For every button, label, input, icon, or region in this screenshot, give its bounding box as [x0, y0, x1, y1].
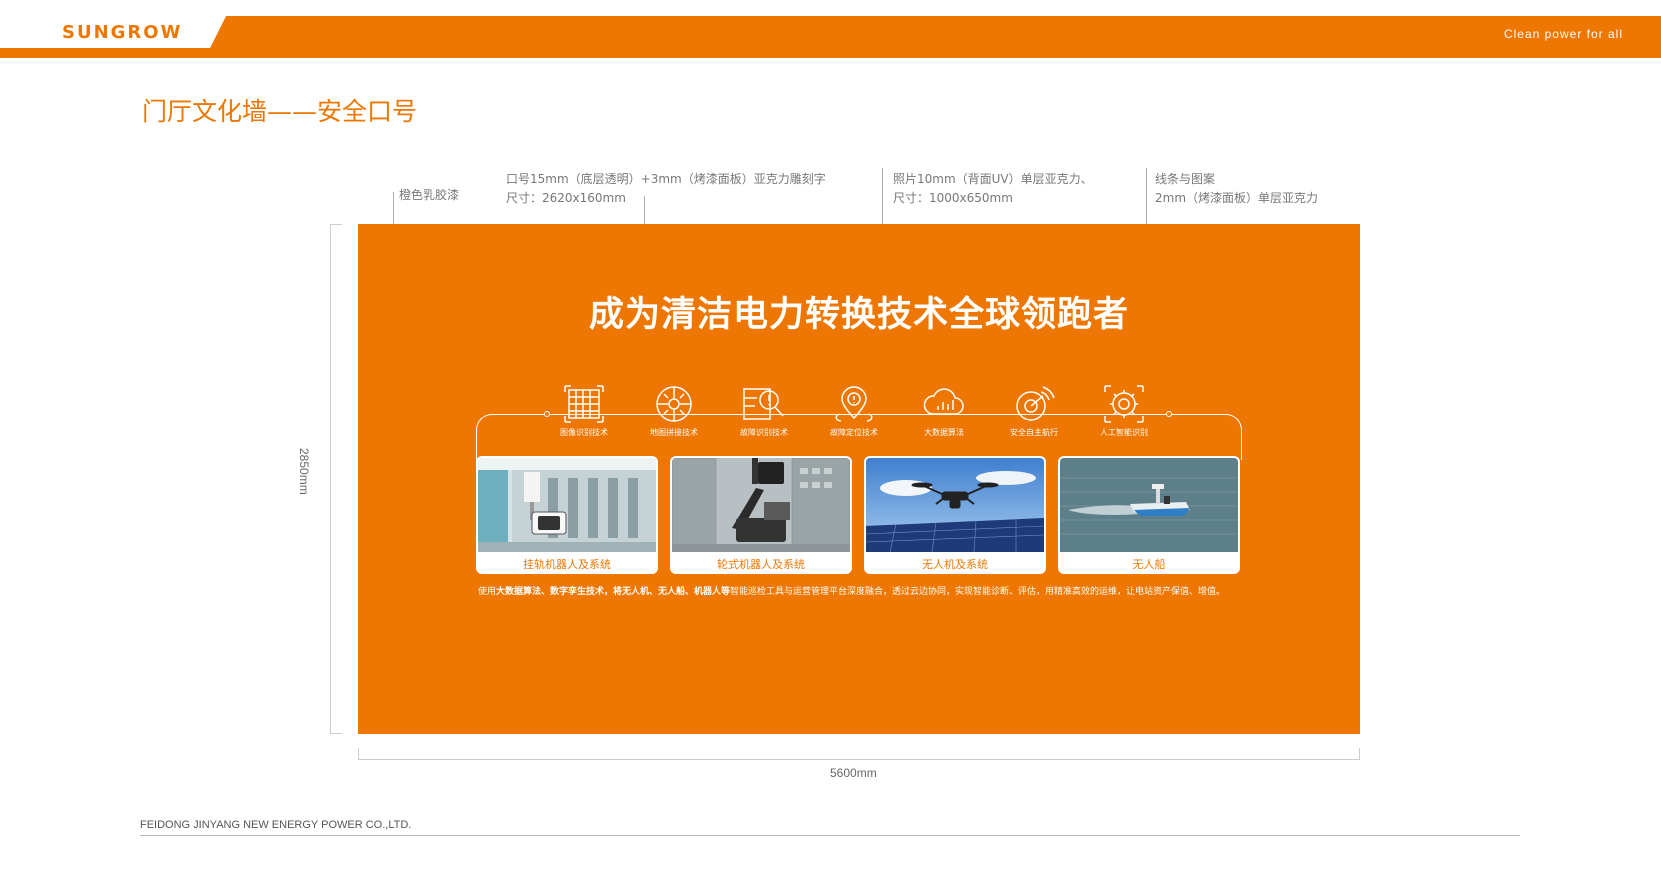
tech-item: 地图拼接技术	[628, 384, 720, 438]
width-dimension-label: 5600mm	[830, 766, 877, 780]
location-pin-icon	[835, 386, 873, 422]
tech-item: 图像识别技术	[538, 384, 630, 438]
tech-item: 安全自主航行	[988, 384, 1080, 438]
photo-card: 轮式机器人及系统	[670, 456, 852, 574]
annotation-line: 尺寸：2620x160mm	[506, 191, 626, 205]
wall-headline: 成为清洁电力转换技术全球领跑者	[588, 295, 1129, 335]
annotation-photo-material: 照片10mm（背面UV）单层亚克力、 尺寸：1000x650mm	[893, 170, 1093, 208]
technology-icons: 图像识别技术 地图拼接技术 故障识别技术 故障定位技术 大数据算法 安全自主航行…	[538, 384, 1178, 454]
grid-recognition-icon	[564, 385, 604, 423]
tech-item: 大数据算法	[898, 384, 990, 438]
brand-slogan: Clean power for all	[1503, 27, 1623, 41]
width-dimension-guide	[358, 748, 1360, 760]
tech-label: 故障定位技术	[830, 428, 878, 437]
annotation-line: 橙色乳胶漆	[399, 188, 460, 202]
annotation-line-pattern: 线条与图案 2mm（烤漆面板）单层亚克力	[1155, 170, 1318, 208]
card-label: 无人船	[1132, 558, 1166, 571]
map-puzzle-icon	[656, 386, 692, 422]
tech-item: 故障定位技术	[808, 384, 900, 438]
wall-description: 使用大数据算法、数字孪生技术，将无人机、无人船、机器人等智能巡检工具与运营管理平…	[478, 584, 1225, 597]
rail-robot-photo	[478, 458, 656, 552]
header-band	[0, 16, 1661, 58]
tech-label: 大数据算法	[924, 428, 964, 437]
desc-lead: 使用	[478, 587, 497, 597]
height-dimension-guide	[330, 224, 342, 734]
annotation-line: 照片10mm（背面UV）单层亚克力、	[893, 172, 1093, 186]
annotation-line: 线条与图案	[1155, 172, 1216, 186]
photo-card: 无人船	[1058, 456, 1240, 574]
wheeled-robot-photo	[672, 458, 850, 552]
photo-card: 无人机及系统	[864, 456, 1046, 574]
photo-card: 挂轨机器人及系统	[476, 456, 658, 574]
photo-cards: 挂轨机器人及系统 轮式机器人及系统 无人机及系统 无人船	[476, 456, 1242, 574]
annotation-line: 尺寸：1000x650mm	[893, 191, 1013, 205]
footer-divider	[140, 835, 1520, 836]
card-label: 挂轨机器人及系统	[523, 558, 611, 571]
culture-wall: 成为清洁电力转换技术全球领跑者 图像识别技术 地图拼接技术 故障识别技术 故障定…	[358, 224, 1360, 734]
height-dimension-label: 2850mm	[297, 448, 311, 495]
annotation-line: 口号15mm（底层透明）+3mm（烤漆面板）亚克力雕刻字	[506, 172, 826, 186]
page-title: 门厅文化墙——安全口号	[142, 97, 418, 126]
tech-label: 安全自主航行	[1010, 428, 1058, 437]
tech-label: 地图拼接技术	[650, 428, 698, 437]
tech-label: 人工智能识别	[1100, 428, 1148, 437]
card-label: 无人机及系统	[922, 558, 988, 571]
card-label: 轮式机器人及系统	[717, 558, 805, 571]
sungrow-logo: SUNGROW	[62, 22, 183, 43]
annotation-paint: 橙色乳胶漆	[399, 186, 459, 205]
tech-label: 故障识别技术	[740, 428, 788, 437]
drone-photo	[866, 458, 1044, 552]
company-footer: FEIDONG JINYANG NEW ENERGY POWER CO.,LTD…	[140, 819, 412, 831]
annotation-slogan-material: 口号15mm（底层透明）+3mm（烤漆面板）亚克力雕刻字 尺寸：2620x160…	[506, 170, 826, 208]
cloud-data-icon	[923, 388, 964, 415]
tech-item: 故障识别技术	[718, 384, 810, 438]
desc-highlight: 大数据算法、数字孪生技术，将无人机、无人船、机器人等	[496, 587, 731, 597]
tech-label: 图像识别技术	[560, 428, 608, 437]
unmanned-boat-photo	[1060, 458, 1238, 552]
desc-rest: 智能巡检工具与运营管理平台深度融合，透过云边协同，实现智能诊断、评估，用精准高效…	[730, 587, 1226, 597]
fault-search-icon	[743, 388, 784, 420]
annotation-line: 2mm（烤漆面板）单层亚克力	[1155, 191, 1319, 205]
radar-autopilot-icon	[1016, 386, 1055, 421]
ai-chip-icon	[1104, 385, 1144, 423]
tech-item: 人工智能识别	[1078, 384, 1170, 438]
